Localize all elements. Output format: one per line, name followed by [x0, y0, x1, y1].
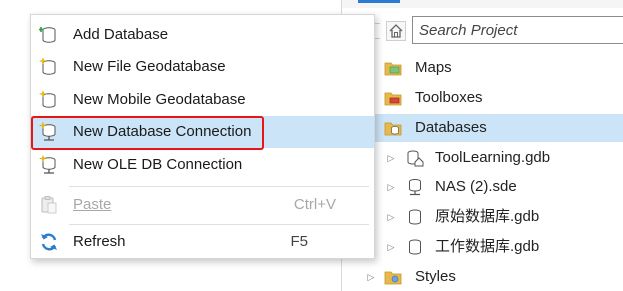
catalog-pane: Search Project Maps Toolboxes Databases … [341, 0, 623, 291]
folder-map-icon [384, 62, 402, 76]
geodatabase-icon [409, 239, 421, 255]
home-geodatabase-icon [407, 150, 424, 167]
menu-item-add-database[interactable]: Add Database [31, 19, 374, 51]
menu-item-paste[interactable]: Paste Ctrl+V [31, 189, 374, 221]
menu-item-label: New OLE DB Connection [73, 156, 243, 173]
expand-arrow-icon[interactable]: ▷ [386, 173, 396, 201]
menu-item-new-mobile-geodatabase[interactable]: New Mobile Geodatabase [31, 84, 374, 116]
geodatabase-icon [409, 209, 421, 225]
tree-item-label: Styles [415, 268, 456, 285]
search-input[interactable]: Search Project [412, 16, 623, 44]
folder-database-icon [384, 122, 402, 136]
menu-item-shortcut: F5 [290, 233, 308, 250]
expand-arrow-icon[interactable]: ▷ [386, 144, 396, 172]
tree-item-toolboxes[interactable]: Toolboxes [342, 84, 623, 112]
database-connection-icon [409, 179, 421, 196]
new-ole-db-connection-icon [39, 155, 56, 174]
tree-item-nas-sde[interactable]: ▷ NAS (2).sde [342, 173, 623, 201]
tree-item-work-gdb[interactable]: ▷ 工作数据库.gdb [342, 233, 623, 261]
menu-item-new-file-geodatabase[interactable]: New File Geodatabase [31, 51, 374, 83]
menu-item-new-ole-db-connection[interactable]: New OLE DB Connection [31, 149, 374, 181]
tree-item-source-gdb[interactable]: ▷ 原始数据库.gdb [342, 203, 623, 231]
paste-icon [41, 196, 57, 214]
tree-item-label: NAS (2).sde [435, 178, 517, 195]
new-file-geodatabase-icon [39, 57, 56, 75]
menu-item-refresh[interactable]: Refresh F5 [31, 226, 374, 258]
expand-arrow-icon[interactable]: ▷ [386, 203, 396, 231]
tree-item-label: Toolboxes [415, 89, 483, 106]
menu-item-label: New File Geodatabase [73, 58, 226, 75]
folder-styles-icon [384, 271, 402, 285]
folder-toolbox-icon [384, 92, 402, 106]
menu-item-label: New Mobile Geodatabase [73, 91, 246, 108]
home-icon [389, 24, 403, 38]
context-menu: Add Database New File Geodatabase New Mo… [30, 14, 375, 259]
tree-item-label: Maps [415, 59, 452, 76]
tree-item-databases[interactable]: Databases [342, 114, 623, 142]
tree-item-styles[interactable]: ▷ Styles [342, 263, 623, 291]
new-mobile-geodatabase-icon [39, 90, 56, 108]
home-button[interactable] [386, 21, 406, 41]
tree-item-toollearning-gdb[interactable]: ▷ ToolLearning.gdb [342, 144, 623, 172]
refresh-icon [41, 233, 57, 251]
menu-separator [69, 186, 369, 187]
menu-item-shortcut: Ctrl+V [293, 196, 336, 213]
tree-item-maps[interactable]: Maps [342, 54, 623, 82]
tree-item-label: 工作数据库.gdb [435, 238, 540, 255]
add-database-icon [39, 27, 56, 43]
menu-item-label: Refresh [73, 233, 126, 250]
highlight-outline [31, 116, 264, 150]
tree-item-label: Databases [415, 119, 487, 136]
expand-arrow-icon[interactable]: ▷ [366, 263, 376, 291]
menu-item-label: Add Database [73, 26, 169, 43]
menu-item-new-database-connection[interactable]: New Database Connection [31, 116, 374, 150]
pane-tab-bar [342, 0, 623, 8]
expand-arrow-icon[interactable]: ▷ [386, 233, 396, 261]
active-tab-indicator [358, 0, 400, 3]
menu-separator [69, 224, 369, 225]
tree-item-label: 原始数据库.gdb [435, 208, 540, 225]
menu-item-label: Paste [73, 196, 112, 213]
tree-item-label: ToolLearning.gdb [435, 149, 551, 166]
